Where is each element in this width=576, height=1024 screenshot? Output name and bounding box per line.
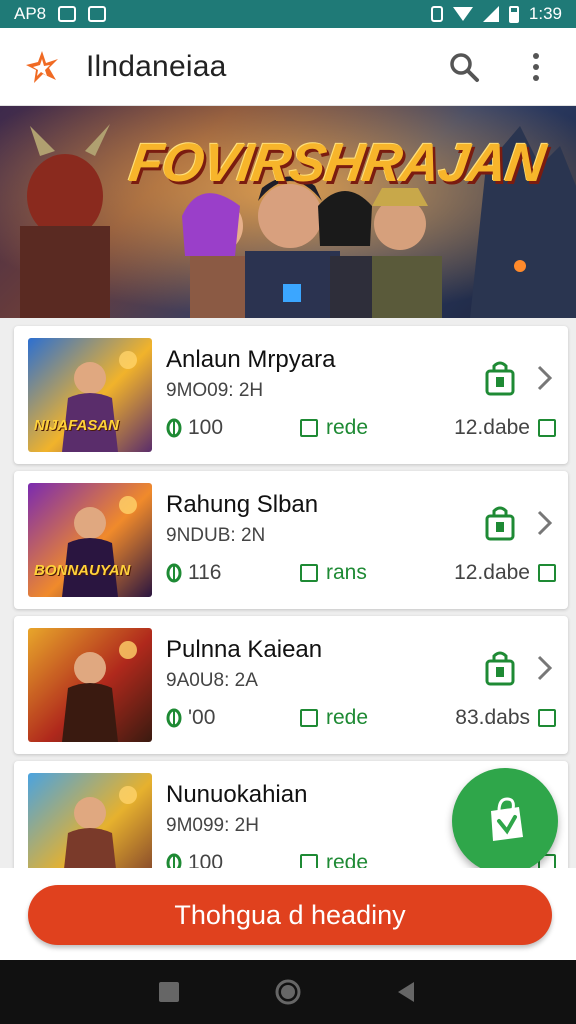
game-stats: 116 rans 12.dabe bbox=[166, 561, 556, 587]
stat-mode: rede bbox=[300, 706, 368, 730]
game-card[interactable]: BONNAUYAN Rahung Slban 9NDUB: 2N 116 rans 12.… bbox=[14, 471, 568, 609]
message-icon bbox=[88, 6, 107, 22]
vibrate-icon bbox=[430, 6, 443, 22]
stat-size-value: 12.dabe bbox=[454, 561, 530, 584]
leaf-icon bbox=[166, 418, 182, 438]
stat-downloads: 116 bbox=[166, 561, 221, 585]
shopping-bag-icon[interactable] bbox=[484, 360, 516, 396]
checkbox-icon bbox=[300, 564, 318, 582]
recents-icon bbox=[159, 982, 180, 1002]
notification-icon bbox=[58, 6, 77, 22]
back-button[interactable] bbox=[392, 977, 422, 1007]
shopping-bag-icon[interactable] bbox=[484, 505, 516, 541]
game-stats: 100 rede 12.dabe bbox=[166, 416, 556, 442]
checkbox-icon bbox=[538, 564, 556, 582]
chevron-right-icon[interactable] bbox=[534, 509, 554, 537]
shopping-bag-icon[interactable] bbox=[484, 650, 516, 686]
stat-size: 83.dabs bbox=[455, 706, 556, 730]
battery-icon bbox=[508, 5, 519, 23]
character-art bbox=[64, 786, 137, 868]
app-bar: Ilndaneiaa bbox=[0, 28, 576, 106]
stat-downloads-value: '00 bbox=[188, 706, 216, 729]
stat-mode-value: rede bbox=[326, 416, 369, 439]
game-meta: 9NDUB: 2N bbox=[166, 525, 266, 546]
game-thumbnail bbox=[28, 628, 152, 742]
chevron-right-icon[interactable] bbox=[534, 654, 554, 682]
stat-downloads-value: 100 bbox=[188, 416, 224, 439]
game-card[interactable]: Pulnna Kaiean 9A0U8: 2A '00 rede 83.dabs bbox=[14, 616, 568, 754]
game-thumbnail: BONNAUYAN bbox=[28, 483, 152, 597]
game-name: Anlaun Mrpyara bbox=[166, 346, 336, 373]
game-name: Nunuokahian bbox=[166, 781, 308, 808]
stat-mode: rede bbox=[300, 851, 368, 868]
stat-mode-value: rede bbox=[326, 706, 369, 729]
stat-mode: rede bbox=[300, 416, 368, 440]
character-art bbox=[62, 641, 137, 742]
game-meta: 9MO09: 2H bbox=[166, 380, 264, 401]
featured-banner[interactable]: FOVIRSHRAJAN bbox=[0, 106, 576, 318]
shop-fab[interactable] bbox=[452, 768, 558, 874]
character-art bbox=[62, 351, 137, 452]
leaf-icon bbox=[166, 563, 182, 583]
game-card[interactable]: NIJAFASAN Anlaun Mrpyara 9MO09: 2H 100 rede 1… bbox=[14, 326, 568, 464]
stat-mode-value: rans bbox=[326, 561, 367, 584]
search-icon bbox=[450, 52, 479, 82]
stat-size-value: 83.dabs bbox=[455, 706, 530, 729]
home-button[interactable] bbox=[273, 977, 303, 1007]
leaf-icon bbox=[166, 853, 182, 868]
game-thumbnail: NIJAFASAN bbox=[28, 338, 152, 452]
home-icon bbox=[275, 979, 301, 1005]
game-name: Rahung Slban bbox=[166, 491, 319, 518]
game-meta: 9A0U8: 2A bbox=[166, 670, 258, 691]
character-art bbox=[62, 496, 137, 597]
thumbnail-label: BONNAUYAN bbox=[34, 562, 131, 579]
stat-size: 12.dabe bbox=[454, 561, 556, 585]
stat-downloads: 100 bbox=[166, 416, 223, 440]
game-meta: 9M099: 2H bbox=[166, 815, 259, 836]
stat-downloads: 100 bbox=[166, 851, 223, 868]
search-button[interactable] bbox=[446, 49, 482, 85]
more-vert-icon bbox=[533, 52, 539, 81]
banner-title: FOVIRSHRAJAN bbox=[125, 133, 549, 193]
status-carrier: AP8 bbox=[14, 4, 47, 23]
shopping-bag-icon bbox=[491, 797, 523, 841]
checkbox-icon bbox=[538, 709, 556, 727]
game-name: Pulnna Kaiean bbox=[166, 636, 323, 663]
stat-size-value: 12.dabe bbox=[454, 416, 530, 439]
checkbox-icon bbox=[538, 419, 556, 437]
game-thumbnail bbox=[28, 773, 152, 868]
wifi-icon bbox=[452, 7, 473, 21]
signal-icon bbox=[482, 6, 499, 22]
app-logo-icon bbox=[26, 50, 58, 83]
game-stats: '00 rede 83.dabs bbox=[166, 706, 556, 732]
stat-downloads-value: 116 bbox=[188, 561, 222, 584]
app-title: Ilndaneiaa bbox=[86, 49, 227, 83]
checkbox-icon bbox=[300, 419, 318, 437]
stat-mode: rans bbox=[300, 561, 367, 585]
chevron-right-icon[interactable] bbox=[534, 364, 554, 392]
system-nav-bar bbox=[0, 960, 576, 1024]
stat-size: 12.dabe bbox=[454, 416, 556, 440]
primary-action-button[interactable]: Thohgua d headiny bbox=[28, 885, 552, 945]
status-time: 1:39 bbox=[528, 4, 562, 23]
stat-downloads-value: 100 bbox=[188, 851, 224, 868]
leaf-icon bbox=[166, 708, 182, 728]
recents-button[interactable] bbox=[154, 977, 184, 1007]
overflow-menu-button[interactable] bbox=[518, 49, 554, 85]
stat-mode-value: rede bbox=[326, 851, 369, 868]
checkbox-icon bbox=[300, 709, 318, 727]
back-icon bbox=[397, 982, 414, 1002]
bottom-action-area: Thohgua d headiny bbox=[0, 868, 576, 960]
status-bar: AP8 1:39 bbox=[0, 0, 576, 28]
checkbox-icon bbox=[300, 854, 318, 868]
thumbnail-label: NIJAFASAN bbox=[34, 417, 120, 434]
stat-downloads: '00 bbox=[166, 706, 215, 730]
